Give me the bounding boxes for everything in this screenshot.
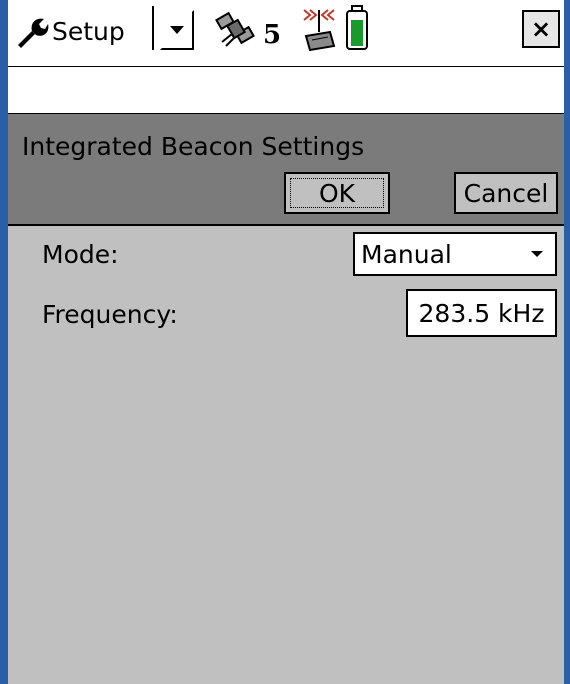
close-icon: × bbox=[530, 15, 552, 43]
page-header: Integrated Beacon Settings OK Cancel bbox=[8, 114, 564, 226]
focus-rectangle bbox=[290, 178, 384, 208]
satellite-icon[interactable] bbox=[212, 6, 260, 54]
wrench-icon bbox=[18, 18, 49, 48]
cancel-button-label: Cancel bbox=[463, 178, 549, 208]
frequency-input[interactable]: 283.5 kHz bbox=[406, 289, 557, 337]
ok-button[interactable]: OK bbox=[284, 172, 390, 214]
chevron-down-icon bbox=[170, 26, 184, 34]
mode-select[interactable]: Manual bbox=[353, 232, 557, 276]
chevron-down-icon bbox=[519, 250, 555, 258]
setup-menu-label: Setup bbox=[52, 16, 125, 46]
mode-label: Mode: bbox=[42, 240, 119, 269]
menu-separator bbox=[152, 6, 154, 50]
menu-dropdown-button[interactable] bbox=[160, 10, 194, 50]
battery-icon bbox=[346, 5, 368, 50]
cancel-button[interactable]: Cancel bbox=[454, 172, 558, 214]
frequency-label: Frequency: bbox=[42, 300, 178, 329]
close-button[interactable]: × bbox=[522, 10, 560, 48]
app-window: Setup 5 × Integrated Beacon Settings OK … bbox=[8, 0, 564, 684]
empty-strip bbox=[8, 67, 564, 114]
mode-select-value: Manual bbox=[361, 239, 452, 269]
satellite-count: 5 bbox=[263, 20, 282, 50]
beacon-antenna-icon[interactable] bbox=[300, 6, 338, 52]
title-bar: Setup 5 × bbox=[8, 0, 564, 67]
page-title: Integrated Beacon Settings bbox=[22, 132, 365, 161]
